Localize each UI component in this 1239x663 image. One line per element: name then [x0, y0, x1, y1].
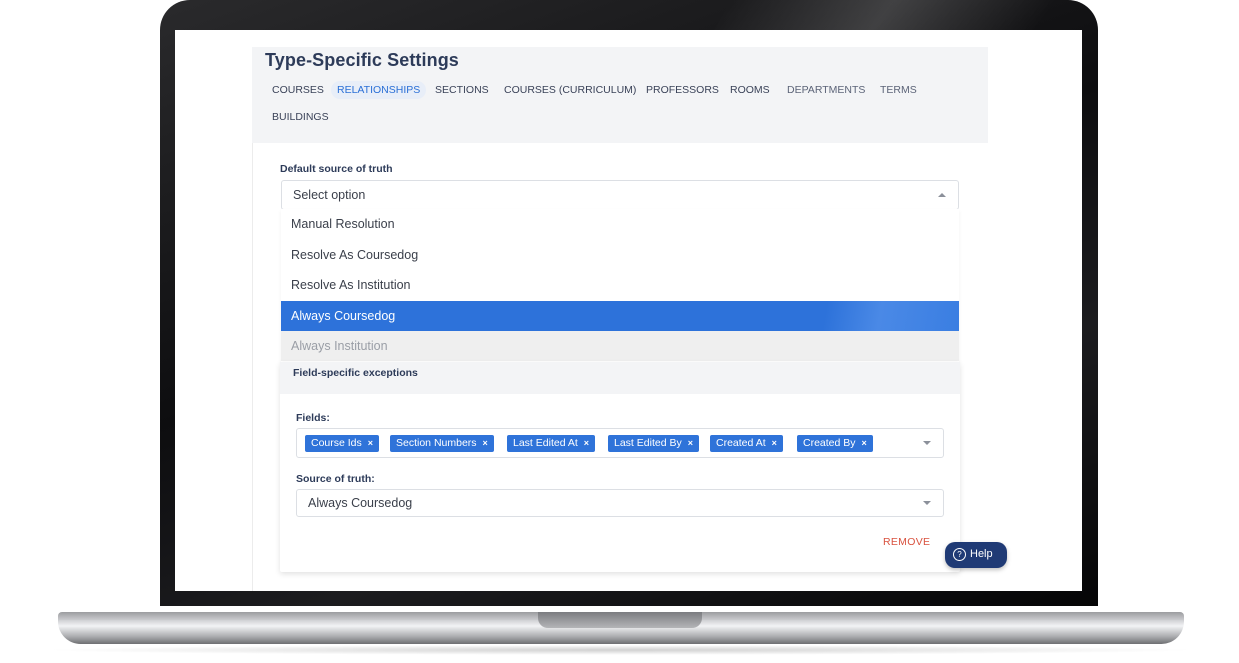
fields-label: Fields: [296, 412, 330, 424]
option-always-coursedog[interactable]: Always Coursedog [281, 301, 959, 331]
tab-courses-curriculum[interactable]: COURSES (CURRICULUM) [498, 81, 642, 99]
tab-professors[interactable]: PROFESSORS [640, 81, 725, 99]
default-source-label: Default source of truth [280, 163, 393, 175]
chip-last-edited-by: Last Edited By × [608, 435, 699, 452]
chip-remove-icon[interactable]: × [862, 438, 867, 448]
option-manual-resolution[interactable]: Manual Resolution [281, 209, 959, 239]
chip-remove-icon[interactable]: × [483, 438, 488, 448]
remove-button[interactable]: REMOVE [883, 536, 930, 548]
select-placeholder: Select option [293, 188, 366, 202]
tab-relationships[interactable]: RELATIONSHIPS [331, 81, 427, 99]
chip-course-ids: Course Ids × [305, 435, 380, 452]
tab-sections[interactable]: SECTIONS [429, 81, 495, 99]
tab-terms[interactable]: TERMS [874, 81, 923, 99]
default-source-dropdown: Manual Resolution Resolve As Coursedog R… [281, 209, 959, 362]
help-label: Help [970, 548, 993, 560]
option-resolve-as-institution[interactable]: Resolve As Institution [281, 270, 959, 300]
chevron-up-icon[interactable] [938, 193, 946, 197]
tab-buildings[interactable]: BUILDINGS [266, 108, 335, 126]
source-of-truth-label: Source of truth: [296, 473, 375, 485]
tab-courses[interactable]: COURSES [266, 81, 330, 99]
chip-created-at: Created At × [710, 435, 783, 452]
chip-remove-icon[interactable]: × [368, 438, 373, 448]
fields-multiselect[interactable]: Course Ids × Section Numbers × Last Edited… [296, 428, 944, 458]
help-circle-icon: ? [953, 548, 966, 561]
field-exceptions-card: Field-specific exceptions Fields: Course… [280, 362, 960, 572]
exceptions-title: Field-specific exceptions [293, 367, 418, 379]
chip-remove-icon[interactable]: × [688, 438, 693, 448]
chip-remove-icon[interactable]: × [772, 438, 777, 448]
default-source-select[interactable]: Select option [281, 180, 959, 210]
chip-remove-icon[interactable]: × [584, 438, 589, 448]
screen: Type-Specific Settings COURSES RELATIONS… [175, 30, 1082, 591]
tab-rooms[interactable]: ROOMS [724, 81, 776, 99]
tab-departments[interactable]: DEPARTMENTS [781, 81, 871, 99]
chevron-down-icon[interactable] [923, 501, 931, 505]
laptop-shadow [40, 645, 1200, 655]
chip-created-by: Created By × [797, 435, 873, 452]
chevron-down-icon[interactable] [923, 441, 931, 445]
chip-last-edited-at: Last Edited At × [507, 435, 596, 452]
option-resolve-as-coursedog[interactable]: Resolve As Coursedog [281, 240, 959, 270]
source-of-truth-select[interactable]: Always Coursedog [296, 489, 944, 517]
source-of-truth-value: Always Coursedog [308, 496, 413, 510]
option-always-institution[interactable]: Always Institution [281, 331, 959, 361]
laptop-notch [538, 612, 702, 628]
help-button[interactable]: ? Help [945, 542, 1007, 568]
chip-section-numbers: Section Numbers × [390, 435, 494, 452]
settings-header-panel: Type-Specific Settings COURSES RELATIONS… [252, 47, 988, 143]
exceptions-header: Field-specific exceptions [280, 362, 960, 394]
page-title: Type-Specific Settings [265, 50, 459, 70]
